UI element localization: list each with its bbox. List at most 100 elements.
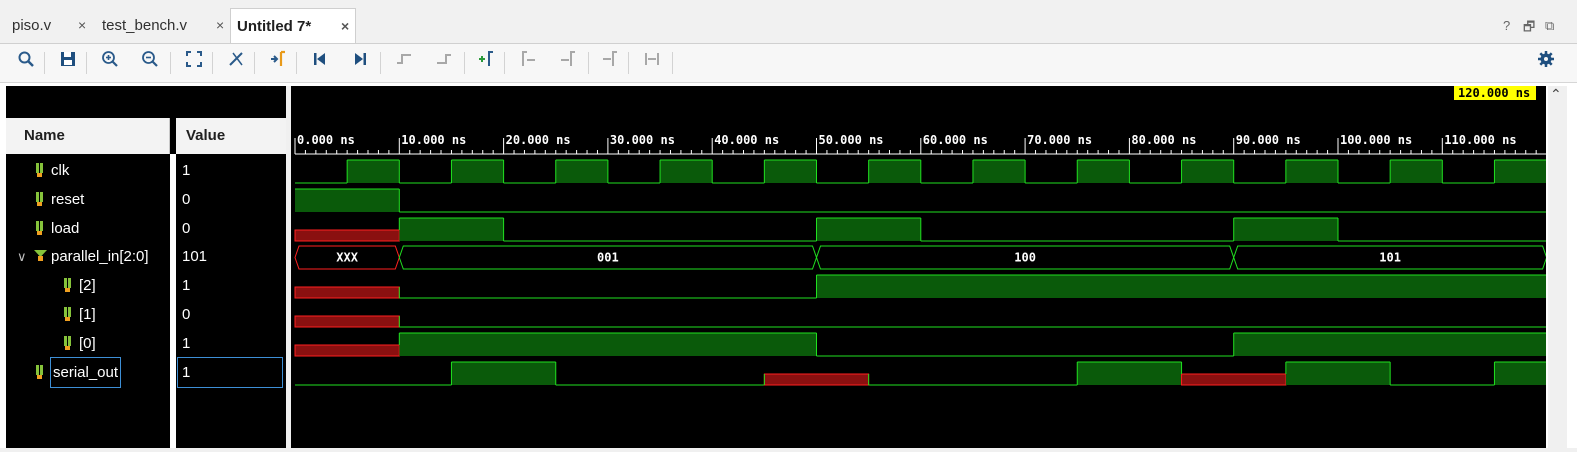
tab-label: test_bench.v bbox=[102, 17, 188, 34]
zoom-in-icon[interactable] bbox=[98, 50, 122, 74]
add-marker-icon[interactable] bbox=[474, 50, 498, 74]
zoom-fit-icon[interactable] bbox=[182, 50, 206, 74]
time-tick-label: 40.000 ns bbox=[714, 133, 779, 147]
signal-name: load bbox=[51, 220, 80, 237]
high-segment bbox=[347, 160, 400, 183]
signal-value: 1 bbox=[177, 357, 283, 388]
high-segment bbox=[816, 275, 1547, 298]
high-segment bbox=[1233, 333, 1547, 356]
vertical-scrollbar[interactable]: ⌃ bbox=[1548, 86, 1567, 452]
close-icon[interactable]: × bbox=[216, 8, 224, 43]
signal-value: 1 bbox=[182, 277, 191, 294]
signal-list-panel: Name Value clk 1 reset 0 load 0 ∨ parall… bbox=[6, 86, 286, 452]
chevron-down-icon[interactable]: ∨ bbox=[17, 242, 27, 271]
bus-value-label: 001 bbox=[597, 251, 619, 265]
high-segment bbox=[868, 160, 921, 183]
next-marker-icon[interactable] bbox=[556, 50, 580, 74]
signal-name: [0] bbox=[79, 335, 96, 352]
waveform-plot[interactable]: 0.000 ns 10.000 ns 20.000 ns 30.000 ns 40.00… bbox=[291, 86, 1548, 452]
high-segment bbox=[1285, 362, 1391, 385]
bit-signal-icon bbox=[36, 221, 46, 235]
tab-label: piso.v bbox=[12, 17, 52, 34]
bit-signal-icon bbox=[36, 365, 46, 379]
signal-value: 0 bbox=[182, 191, 191, 208]
search-icon[interactable] bbox=[14, 50, 38, 74]
unknown-segment bbox=[294, 229, 400, 242]
bit-signal-icon bbox=[64, 278, 74, 292]
go-to-time-0-icon[interactable] bbox=[308, 50, 332, 74]
swap-cursors-icon[interactable] bbox=[598, 50, 622, 74]
high-segment bbox=[399, 218, 504, 241]
signal-row-serial-out[interactable]: serial_out 1 bbox=[6, 357, 286, 388]
time-tick-label: 30.000 ns bbox=[610, 133, 675, 147]
time-tick-label: 110.000 ns bbox=[1444, 133, 1516, 147]
bit-signal-icon bbox=[64, 307, 74, 321]
unknown-segment bbox=[294, 344, 400, 357]
restore-icon[interactable]: 🗗 bbox=[1523, 18, 1535, 40]
previous-transition-icon[interactable] bbox=[392, 50, 416, 74]
time-tick-label: 90.000 ns bbox=[1236, 133, 1301, 147]
previous-marker-icon[interactable] bbox=[516, 50, 540, 74]
bus-value-label: 101 bbox=[1379, 251, 1401, 265]
high-segment bbox=[1181, 160, 1234, 183]
bit-signal-icon bbox=[36, 163, 46, 177]
tab-piso-v[interactable]: piso.v × bbox=[0, 8, 92, 43]
signal-row-bit-0[interactable]: [0] 1 bbox=[6, 329, 286, 358]
signal-row-parallel-in[interactable]: ∨ parallel_in[2:0] 101 bbox=[6, 242, 286, 271]
bus-signal-icon bbox=[34, 250, 47, 261]
signal-row-clk[interactable]: clk 1 bbox=[6, 156, 286, 185]
tab-untitled-7[interactable]: Untitled 7* × bbox=[230, 8, 356, 43]
high-segment bbox=[764, 160, 817, 183]
cursor-remove-icon[interactable] bbox=[224, 50, 248, 74]
popout-icon[interactable]: ⧉ bbox=[1545, 18, 1554, 34]
bus-value-label: 100 bbox=[1014, 251, 1036, 265]
high-segment bbox=[1390, 160, 1443, 183]
close-icon[interactable]: × bbox=[341, 9, 349, 44]
snap-to-transition-icon[interactable] bbox=[640, 50, 664, 74]
settings-icon[interactable] bbox=[1534, 50, 1558, 74]
signal-row-bit-1[interactable]: [1] 0 bbox=[6, 300, 286, 329]
go-to-last-time-icon[interactable] bbox=[348, 50, 372, 74]
save-icon[interactable] bbox=[56, 50, 80, 74]
high-segment bbox=[295, 189, 400, 212]
signal-name: serial_out bbox=[49, 357, 122, 388]
bit-signal-icon bbox=[64, 336, 74, 350]
signal-name: reset bbox=[51, 191, 85, 208]
signal-value: 0 bbox=[182, 220, 191, 237]
unknown-segment bbox=[763, 373, 870, 386]
high-segment bbox=[1077, 160, 1130, 183]
signal-name: parallel_in[2:0] bbox=[51, 248, 149, 265]
next-transition-icon[interactable] bbox=[432, 50, 456, 74]
high-segment bbox=[1077, 362, 1182, 385]
go-to-cursor-icon[interactable] bbox=[266, 50, 290, 74]
zoom-out-icon[interactable] bbox=[138, 50, 162, 74]
signal-value: 0 bbox=[182, 306, 191, 323]
time-tick-label: 0.000 ns bbox=[297, 133, 355, 147]
time-tick-label: 70.000 ns bbox=[1027, 133, 1092, 147]
help-icon[interactable]: ? bbox=[1503, 18, 1510, 33]
scroll-up-icon[interactable]: ⌃ bbox=[1550, 86, 1562, 103]
waveform-panel[interactable]: 120.000 ns 0.000 ns 10.000 ns 20.000 ns 30.… bbox=[291, 86, 1548, 452]
high-segment bbox=[1494, 160, 1547, 183]
high-segment bbox=[1494, 362, 1547, 385]
bottom-border bbox=[0, 448, 1577, 452]
signal-row-bit-2[interactable]: [2] 1 bbox=[6, 271, 286, 300]
time-tick-label: 50.000 ns bbox=[819, 133, 884, 147]
high-segment bbox=[451, 160, 504, 183]
signal-name: clk bbox=[51, 162, 70, 179]
signal-row-load[interactable]: load 0 bbox=[6, 214, 286, 243]
close-icon[interactable]: × bbox=[78, 8, 86, 43]
time-tick-label: 10.000 ns bbox=[401, 133, 466, 147]
high-segment bbox=[972, 160, 1026, 183]
signal-name: [2] bbox=[79, 277, 96, 294]
signal-row-reset[interactable]: reset 0 bbox=[6, 185, 286, 214]
high-segment bbox=[1233, 218, 1338, 241]
name-column-header[interactable]: Name bbox=[6, 118, 170, 154]
editor-tab-bar: piso.v × test_bench.v × Untitled 7* × ? … bbox=[0, 0, 1577, 44]
time-tick-label: 60.000 ns bbox=[923, 133, 988, 147]
value-column-header[interactable]: Value bbox=[176, 118, 286, 154]
tab-test-bench-v[interactable]: test_bench.v × bbox=[90, 8, 230, 43]
high-segment bbox=[555, 160, 608, 183]
cursor-time-label[interactable]: 120.000 ns bbox=[1454, 86, 1537, 100]
bit-signal-icon bbox=[36, 192, 46, 206]
